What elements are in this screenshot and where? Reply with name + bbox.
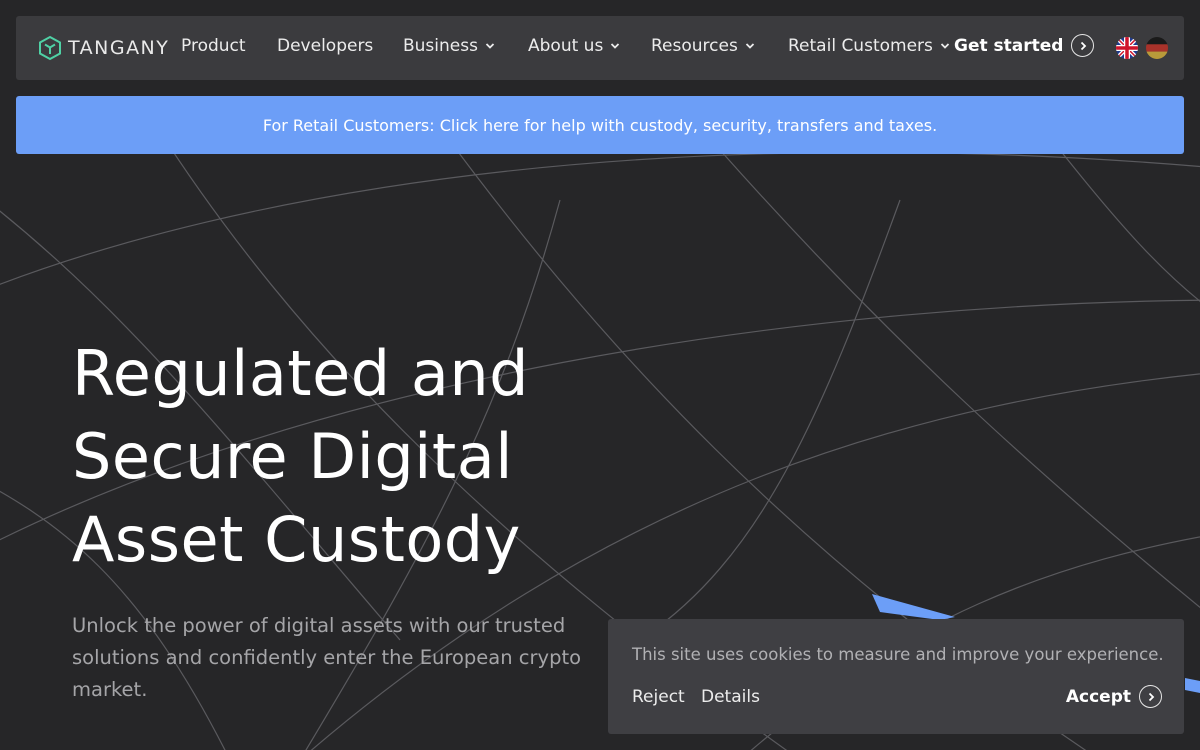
nav-item-label: Business: [403, 36, 478, 56]
top-navbar: TANGANY Product Developers Business Abou…: [16, 16, 1184, 80]
nav-item-product[interactable]: Product: [181, 36, 246, 56]
chevron-down-icon: [745, 43, 754, 49]
chevron-down-icon: [611, 43, 620, 49]
retail-help-banner[interactable]: For Retail Customers: Click here for hel…: [16, 96, 1184, 154]
hero-subtitle: Unlock the power of digital assets with …: [72, 614, 582, 701]
tangany-logo-icon: [39, 35, 61, 61]
get-started-label: Get started: [954, 35, 1064, 56]
hero-title-line: Regulated and: [72, 337, 529, 410]
accept-button[interactable]: Accept: [1066, 685, 1162, 708]
brand-logo[interactable]: TANGANY: [38, 35, 169, 61]
de-flag-icon[interactable]: [1146, 37, 1168, 59]
nav-item-business[interactable]: Business: [403, 36, 495, 56]
nav-item-developers[interactable]: Developers: [277, 36, 373, 56]
get-started-button[interactable]: Get started: [954, 34, 1095, 57]
nav-item-retail-customers[interactable]: Retail Customers: [788, 36, 950, 56]
arrow-right-icon: [1071, 34, 1095, 57]
brand-name: TANGANY: [68, 37, 170, 59]
nav-item-label: Developers: [277, 36, 374, 56]
nav-item-resources[interactable]: Resources: [651, 36, 755, 56]
accept-label: Accept: [1065, 686, 1131, 707]
chevron-down-icon: [485, 43, 495, 49]
banner-text: For Retail Customers: Click here for hel…: [262, 115, 938, 135]
details-button[interactable]: Details: [701, 687, 760, 707]
hero-title-line: Secure Digital: [72, 420, 513, 493]
hero-title-line: Asset Custody: [72, 503, 521, 576]
nav-item-about-us[interactable]: About us: [528, 36, 620, 56]
chevron-down-icon: [940, 43, 950, 49]
blue-accent-shape: [872, 594, 955, 620]
hero-title: Regulated and Secure Digital Asset Custo…: [72, 332, 632, 581]
en-flag-icon[interactable]: [1116, 37, 1138, 59]
nav-item-label: Retail Customers: [788, 36, 933, 56]
nav-item-label: Product: [181, 36, 246, 56]
arrow-right-icon: [1139, 685, 1162, 708]
cookie-message: This site uses cookies to measure and im…: [632, 645, 1164, 664]
nav-item-label: About us: [528, 36, 604, 56]
cookie-consent-panel: This site uses cookies to measure and im…: [608, 619, 1184, 734]
reject-button[interactable]: Reject: [632, 687, 685, 707]
nav-item-label: Resources: [651, 36, 738, 56]
